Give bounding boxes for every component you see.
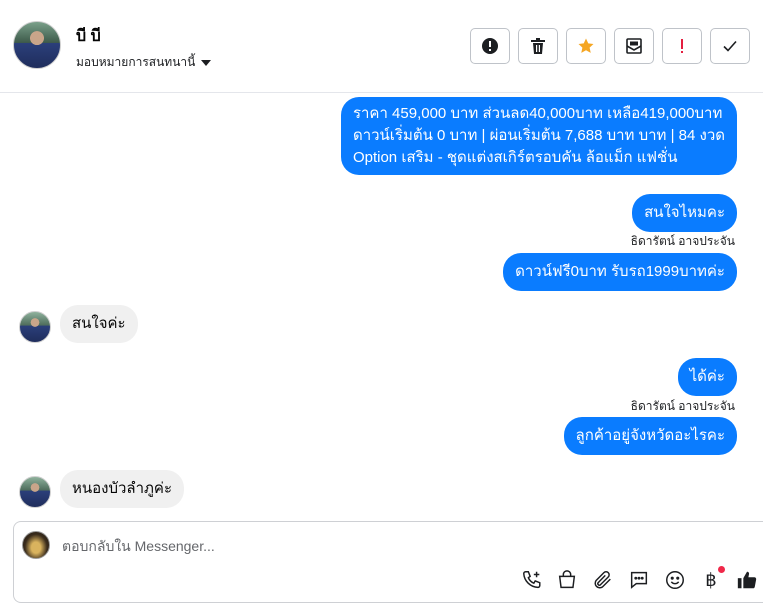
incoming-message[interactable]: หนองบัวลำภูค่ะ (60, 470, 185, 508)
baht-icon[interactable]: ฿ (699, 566, 725, 592)
contact-avatar (19, 311, 51, 343)
message-line: ราคา 459,000 บาท ส่วนลด40,000บาท เหลือ41… (352, 105, 723, 122)
star-button[interactable] (566, 28, 606, 64)
message-text: ได้ค่ะ (689, 368, 725, 385)
contact-avatar (19, 476, 51, 508)
reply-input[interactable] (62, 538, 662, 554)
trash-icon (531, 38, 545, 54)
incoming-message[interactable]: สนใจค่ะ (60, 305, 138, 343)
assign-conversation-dropdown[interactable]: มอบหมายการสนทนานี้ (76, 53, 212, 72)
priority-button[interactable] (662, 28, 702, 64)
saved-reply-icon[interactable] (627, 568, 651, 592)
outgoing-message[interactable]: ดาวน์ฟรี0บาท รับรถ1999บาทค่ะ (503, 253, 737, 291)
emoji-icon[interactable] (663, 568, 687, 592)
message-text: สนใจไหมคะ (644, 204, 725, 221)
thumbs-up-icon[interactable] (735, 568, 759, 592)
message-line: ดาวน์เริ่มต้น 0 บาท | ผ่อนเริ่มต้น 7,688… (352, 127, 725, 144)
assign-label: มอบหมายการสนทนานี้ (76, 55, 196, 69)
outgoing-message[interactable]: ลูกค้าอยู่จังหวัดอะไรคะ (563, 417, 737, 455)
delete-button[interactable] (518, 28, 558, 64)
page-avatar (22, 531, 50, 559)
spam-button[interactable] (470, 28, 510, 64)
unread-button[interactable] (614, 28, 654, 64)
contact-avatar[interactable] (13, 21, 61, 69)
done-button[interactable] (710, 28, 750, 64)
contact-name[interactable]: บี บี (76, 24, 101, 49)
outgoing-message[interactable]: ราคา 459,000 บาท ส่วนลด40,000บาท เหลือ41… (340, 97, 737, 175)
message-text: ดาวน์ฟรี0บาท รับรถ1999บาทค่ะ (515, 263, 725, 280)
sender-name: ธิดารัตน์ อาจประจัน (630, 234, 735, 248)
message-text: ลูกค้าอยู่จังหวัดอะไรคะ (575, 427, 725, 444)
shopping-bag-icon[interactable] (555, 568, 579, 592)
paperclip-icon[interactable] (591, 568, 615, 592)
alert-circle-icon (482, 38, 498, 54)
message-text: หนองบัวลำภูค่ะ (72, 480, 173, 497)
outgoing-message[interactable]: สนใจไหมคะ (632, 194, 737, 232)
exclamation-icon (681, 39, 683, 53)
outgoing-message[interactable]: ได้ค่ะ (677, 358, 737, 396)
conversation-header: บี บี มอบหมายการสนทนานี้ (0, 0, 763, 93)
notification-dot (718, 566, 725, 573)
reply-composer: ฿ (13, 521, 763, 603)
mail-icon (626, 38, 642, 54)
sender-name: ธิดารัตน์ อาจประจัน (630, 399, 735, 413)
check-icon (723, 40, 737, 52)
call-add-icon[interactable] (520, 568, 544, 592)
message-text: สนใจค่ะ (72, 315, 126, 332)
message-thread: ราคา 459,000 บาท ส่วนลด40,000บาท เหลือ41… (0, 93, 763, 519)
caret-down-icon (201, 60, 212, 66)
star-icon (578, 38, 594, 53)
message-line: Option เสริม - ชุดแต่งสเกิร์ตรอบคัน ล้อแ… (352, 149, 678, 166)
